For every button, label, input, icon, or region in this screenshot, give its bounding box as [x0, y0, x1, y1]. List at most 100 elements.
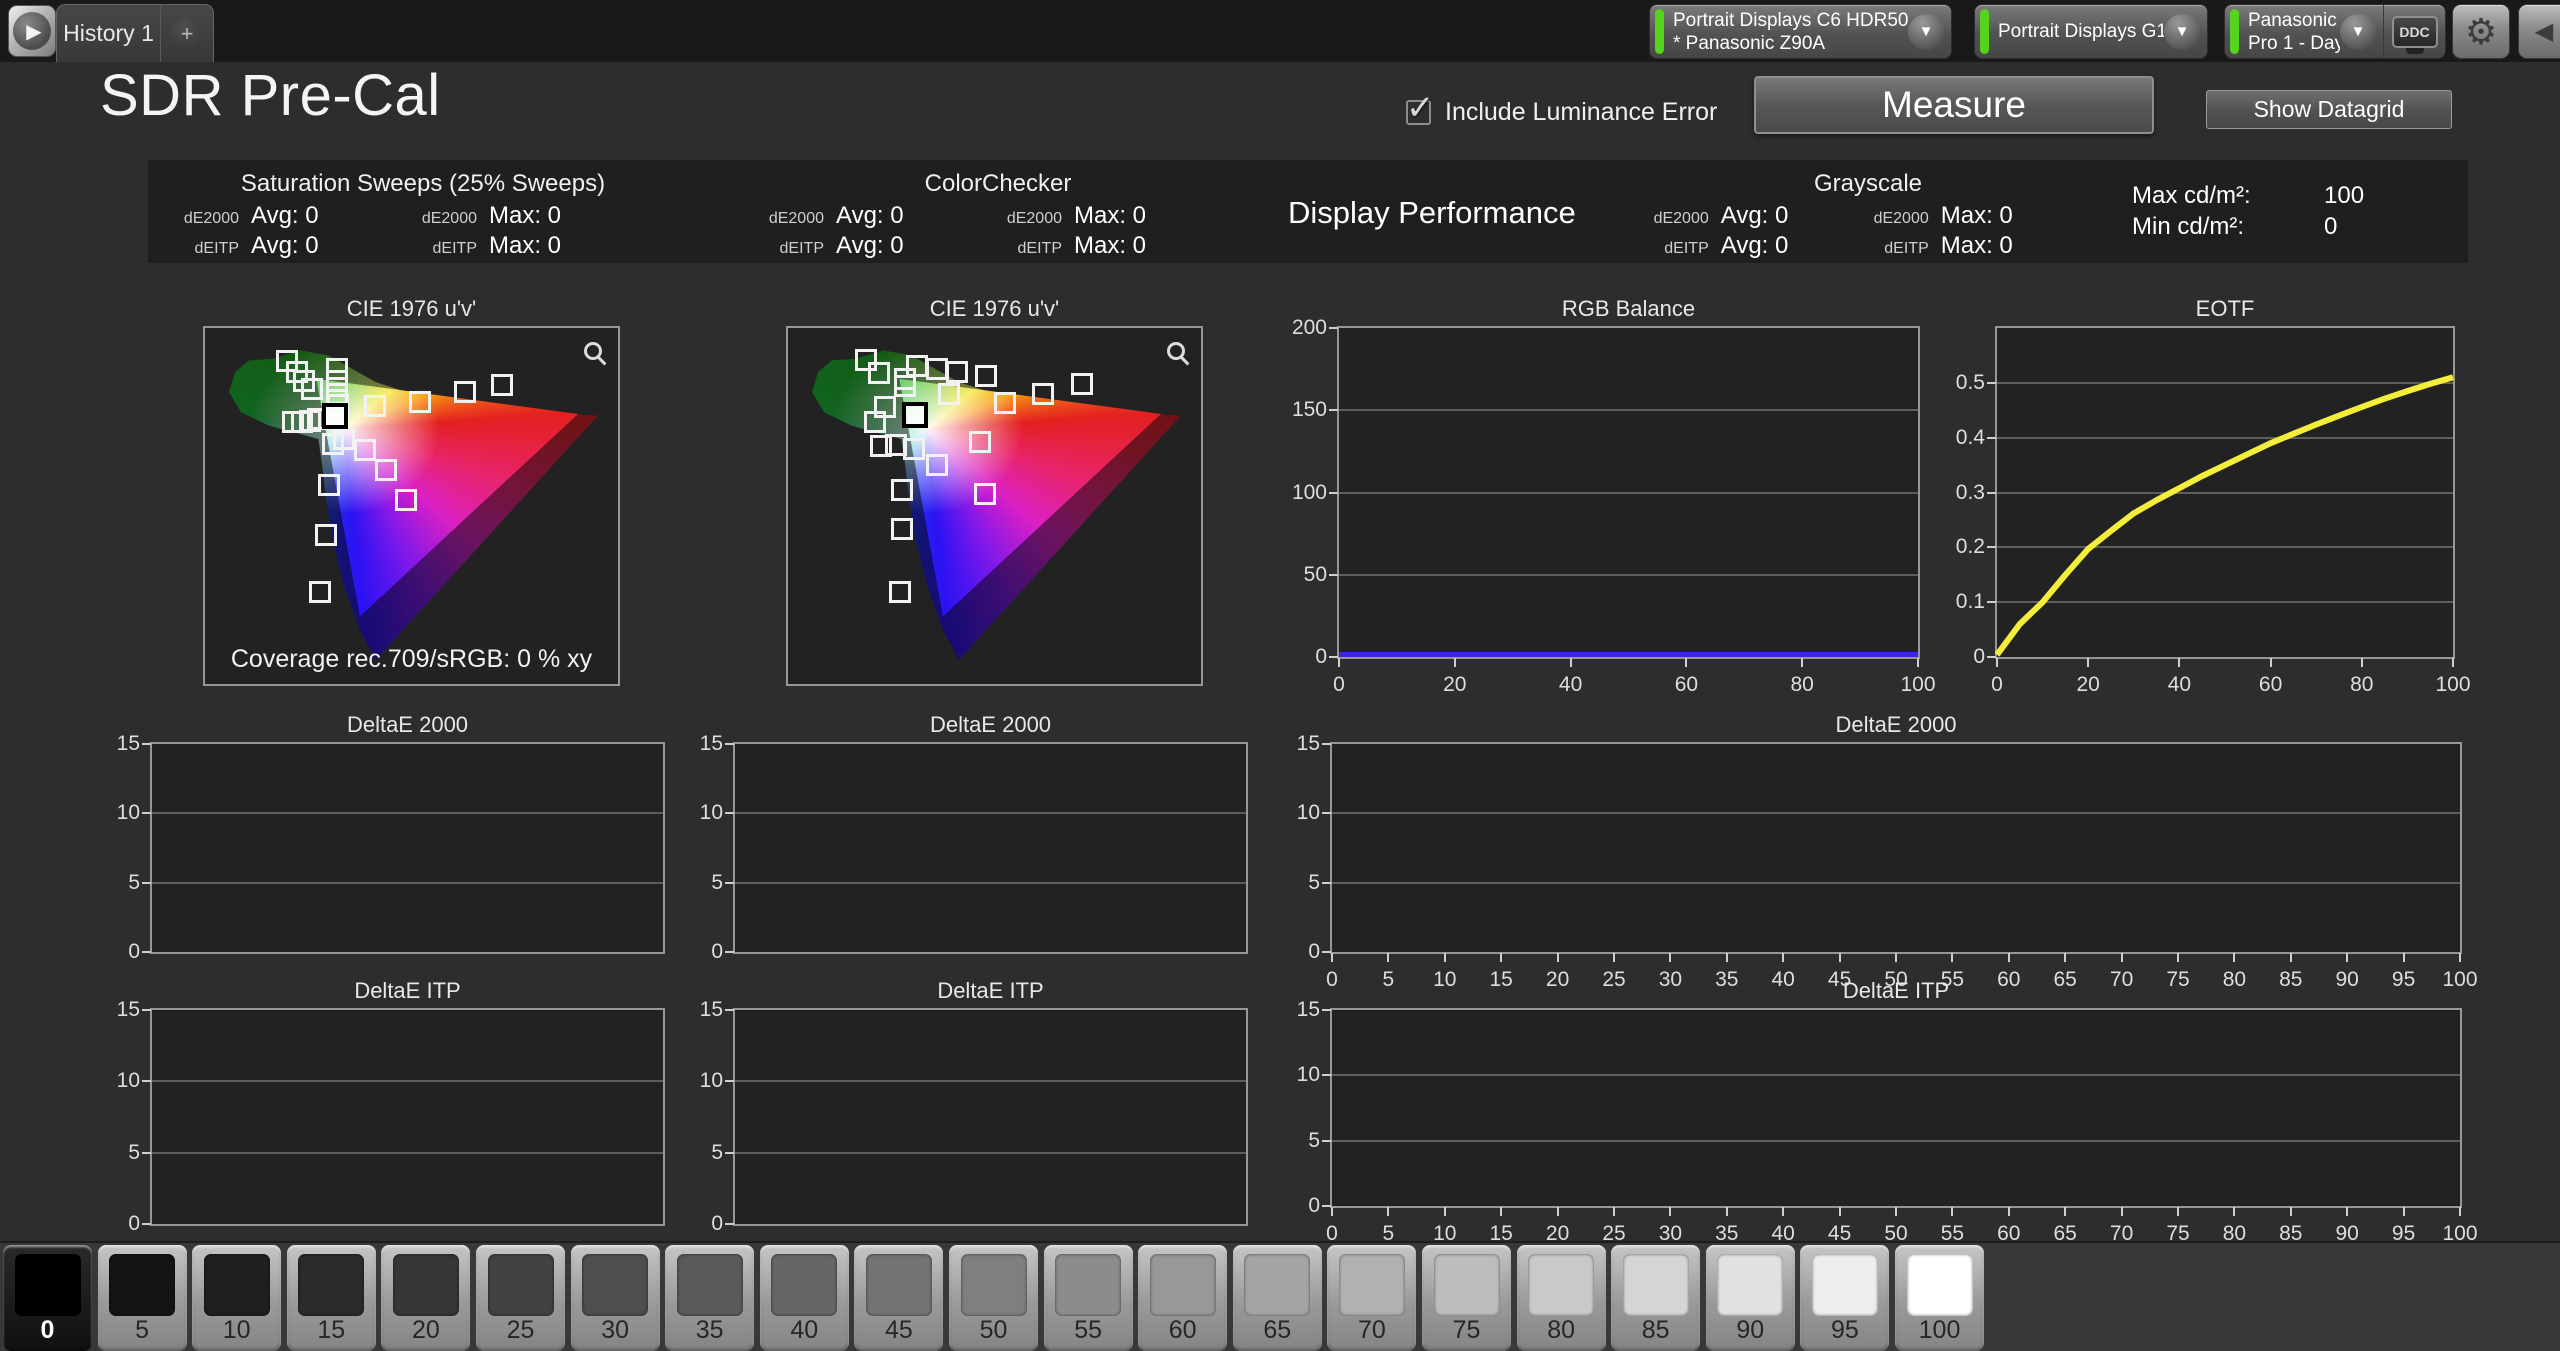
gray-step-button-35[interactable]: 35 — [665, 1245, 754, 1351]
gray-step-button-5[interactable]: 5 — [98, 1245, 187, 1351]
metric-label: dEITP — [758, 240, 836, 258]
measure-button[interactable]: Measure — [1754, 76, 2154, 134]
gray-step-label: 25 — [476, 1316, 565, 1345]
max-luminance-value: 100 — [2302, 182, 2364, 210]
settings-button[interactable]: ⚙ — [2452, 4, 2510, 59]
gray-step-label: 45 — [854, 1316, 943, 1345]
gray-swatch — [961, 1254, 1027, 1316]
x-tick-mark — [2178, 658, 2180, 667]
gray-swatch — [1055, 1254, 1121, 1316]
y-tick-label: 0.3 — [1956, 481, 1985, 505]
gray-step-button-90[interactable]: 90 — [1706, 1245, 1795, 1351]
x-tick-mark — [1839, 1207, 1841, 1216]
gray-step-button-50[interactable]: 50 — [949, 1245, 1038, 1351]
zoom-icon[interactable] — [1167, 342, 1185, 360]
metric-label: dE2000 — [411, 210, 489, 228]
gray-step-label: 65 — [1233, 1316, 1322, 1345]
y-tick-label: 10 — [117, 1069, 140, 1093]
gray-step-button-20[interactable]: 20 — [381, 1245, 470, 1351]
show-datagrid-button[interactable]: Show Datagrid — [2206, 90, 2452, 129]
y-tick-label: 0 — [1973, 645, 1985, 669]
gridline — [152, 1152, 663, 1154]
gray-step-button-80[interactable]: 80 — [1517, 1245, 1606, 1351]
collapse-panel-button[interactable]: ◀ — [2518, 4, 2560, 59]
gridline — [735, 1080, 1246, 1082]
x-tick-label: 40 — [2168, 673, 2191, 697]
gray-step-button-15[interactable]: 15 — [287, 1245, 376, 1351]
metric-label: dE2000 — [758, 210, 836, 228]
chart-title: DeltaE ITP — [733, 978, 1248, 1004]
y-tick-label: 0.2 — [1956, 535, 1985, 559]
zoom-icon[interactable] — [584, 342, 602, 360]
include-luminance-checkbox[interactable]: ✓ — [1406, 100, 1431, 125]
colorchecker-stats-title: ColorChecker — [758, 170, 1238, 198]
gray-step-button-65[interactable]: 65 — [1233, 1245, 1322, 1351]
de2000-colorchecker-plot: 051015 — [733, 742, 1248, 954]
y-tick-mark — [725, 1152, 734, 1154]
include-luminance-checkbox-row: ✓ Include Luminance Error — [1406, 98, 1717, 127]
x-tick-mark — [1895, 1207, 1897, 1216]
checkmark-icon: ✓ — [1406, 88, 1435, 128]
x-tick-mark — [1669, 1207, 1671, 1216]
y-tick-label: 150 — [1292, 398, 1327, 422]
measurement-target-marker — [1032, 383, 1054, 405]
source-dropdown[interactable]: Portrait Displays G1 ▼ — [1974, 4, 2208, 59]
gray-step-button-95[interactable]: 95 — [1800, 1245, 1889, 1351]
gray-step-button-70[interactable]: 70 — [1327, 1245, 1416, 1351]
x-tick-mark — [1387, 953, 1389, 962]
chart-title: RGB Balance — [1337, 296, 1920, 322]
gray-step-button-45[interactable]: 45 — [854, 1245, 943, 1351]
x-tick-mark — [1338, 658, 1340, 667]
cie-chart-saturation: CIE 1976 u'v' Coverage rec.709/sRGB: 0 %… — [203, 296, 620, 688]
profile-status-accent — [2230, 9, 2239, 54]
measurement-target-marker — [889, 581, 911, 603]
avg-value: Avg: 0 — [836, 232, 996, 260]
x-tick-mark — [1613, 1207, 1615, 1216]
grayscale-stats: Grayscale dE2000 Avg: 0 dE2000 Max: 0 dE… — [1648, 170, 2088, 262]
gray-step-button-0[interactable]: 0 — [3, 1245, 92, 1351]
history-tab[interactable]: History 1 + — [56, 4, 214, 62]
display-performance-label: Display Performance — [1288, 195, 1576, 231]
stat-row: dEITP Avg: 0 dEITP Max: 0 — [1648, 232, 2088, 262]
gray-step-label: 75 — [1422, 1316, 1511, 1345]
gray-step-button-85[interactable]: 85 — [1611, 1245, 1700, 1351]
x-tick-label: 80 — [1791, 673, 1814, 697]
gray-step-button-60[interactable]: 60 — [1138, 1245, 1227, 1351]
y-tick-label: 0 — [128, 1212, 140, 1236]
gray-step-button-55[interactable]: 55 — [1044, 1245, 1133, 1351]
gray-step-label: 40 — [760, 1316, 849, 1345]
measurement-target-marker — [894, 375, 916, 397]
meter-dropdown[interactable]: Portrait Displays C6 HDR5000 * Panasonic… — [1649, 4, 1952, 59]
y-tick-mark — [725, 1080, 734, 1082]
gray-step-button-75[interactable]: 75 — [1422, 1245, 1511, 1351]
y-tick-label: 0.4 — [1956, 426, 1985, 450]
nav-drawer-toggle-button[interactable]: ▶ — [8, 5, 56, 57]
saturation-sweeps-stats: Saturation Sweeps (25% Sweeps) dE2000 Av… — [173, 170, 673, 262]
min-luminance-row: Min cd/m²: 0 — [2132, 213, 2462, 244]
gray-step-button-100[interactable]: 100 — [1895, 1245, 1984, 1351]
add-tab-button[interactable]: + — [161, 18, 213, 50]
gray-step-button-10[interactable]: 10 — [192, 1245, 281, 1351]
y-tick-label: 10 — [700, 801, 723, 825]
x-tick-mark — [1669, 953, 1671, 962]
coverage-readout: Coverage rec.709/sRGB: 0 % xy — [205, 645, 618, 674]
gray-step-button-30[interactable]: 30 — [571, 1245, 660, 1351]
ddc-control-button[interactable]: DDC — [2383, 5, 2445, 58]
max-value: Max: 0 — [1941, 202, 2088, 230]
gray-step-label: 95 — [1800, 1316, 1889, 1345]
whitepoint-target-marker — [322, 403, 348, 429]
saturation-stats-title: Saturation Sweeps (25% Sweeps) — [173, 170, 673, 198]
x-tick-label: 60 — [2259, 673, 2282, 697]
y-tick-mark — [1322, 1205, 1331, 1207]
gray-swatch — [1244, 1254, 1310, 1316]
y-tick-label: 15 — [117, 998, 140, 1022]
gray-step-button-40[interactable]: 40 — [760, 1245, 849, 1351]
x-tick-mark — [1331, 1207, 1333, 1216]
profile-dropdown-text: Panasonic Pro 1 - Day — [2239, 9, 2340, 55]
max-value: Max: 0 — [489, 202, 649, 230]
min-luminance-value: 0 — [2302, 213, 2337, 241]
x-tick-mark — [1839, 953, 1841, 962]
gray-step-button-25[interactable]: 25 — [476, 1245, 565, 1351]
x-tick-mark — [2177, 953, 2179, 962]
display-profile-dropdown[interactable]: Panasonic Pro 1 - Day ▼ DDC — [2224, 4, 2446, 59]
